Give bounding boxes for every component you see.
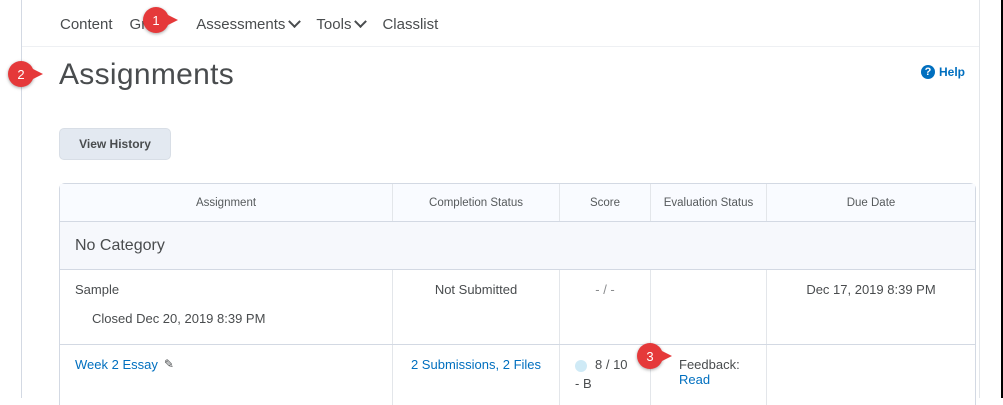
callout-badge-3: 3 [637, 343, 672, 369]
table-row: Sample Closed Dec 20, 2019 8:39 PM Not S… [60, 270, 975, 345]
right-scrollbar[interactable] [979, 0, 1003, 398]
column-header-completion-status[interactable]: Completion Status [393, 184, 560, 221]
due-date: Dec 17, 2019 8:39 PM [806, 282, 936, 297]
submissions-link[interactable]: 2 Submissions, 2 Files [393, 345, 560, 405]
column-header-assignment[interactable]: Assignment [60, 184, 393, 221]
assignment-link[interactable]: Week 2 Essay [75, 357, 158, 372]
chevron-down-icon [288, 14, 302, 28]
help-label: Help [939, 65, 966, 79]
callout-badge-1: 1 [143, 7, 178, 33]
question-icon: ? [921, 65, 935, 79]
feedback-label: Feedback: [679, 357, 740, 372]
nav-item-tools[interactable]: Tools [316, 14, 368, 33]
column-header-due-date[interactable]: Due Date [767, 184, 975, 221]
nav-item-assessments[interactable]: Assessments [196, 14, 302, 33]
score-indicator-icon [575, 359, 587, 372]
evaluation-status [651, 270, 767, 344]
course-navbar: Content Gr Assessments Tools Classlist [60, 12, 455, 36]
score-value: 8 / 10 [595, 357, 628, 372]
view-history-button[interactable]: View History [59, 128, 171, 160]
feedback-read-link[interactable]: Read [679, 372, 710, 387]
callout-badge-2: 2 [8, 61, 43, 87]
left-border [0, 0, 22, 398]
grade-value: - B [575, 376, 592, 391]
due-date [767, 345, 975, 405]
nav-divider [22, 46, 979, 47]
completion-status: Not Submitted [393, 270, 560, 344]
help-link[interactable]: ? Help [921, 65, 965, 79]
nav-item-classlist[interactable]: Classlist [382, 16, 438, 33]
column-header-evaluation-status[interactable]: Evaluation Status [651, 184, 767, 221]
column-header-score[interactable]: Score [560, 184, 651, 221]
assignment-cell: Week 2 Essay ✎ [60, 345, 393, 405]
table-row: Week 2 Essay ✎ 2 Submissions, 2 Files 8 … [60, 345, 975, 405]
assignments-table: Assignment Completion Status Score Evalu… [59, 183, 976, 405]
pencil-icon: ✎ [163, 357, 174, 371]
assignment-closed-note: Closed Dec 20, 2019 8:39 PM [92, 311, 266, 326]
category-row: No Category [60, 222, 975, 270]
nav-item-content[interactable]: Content [60, 16, 113, 33]
chevron-down-icon [354, 14, 368, 28]
page-title: Assignments [59, 58, 235, 91]
assignment-name: Sample [75, 282, 120, 297]
assignment-cell: Sample Closed Dec 20, 2019 8:39 PM [60, 270, 393, 344]
table-header-row: Assignment Completion Status Score Evalu… [60, 184, 975, 222]
score-value: - / - [560, 270, 651, 344]
